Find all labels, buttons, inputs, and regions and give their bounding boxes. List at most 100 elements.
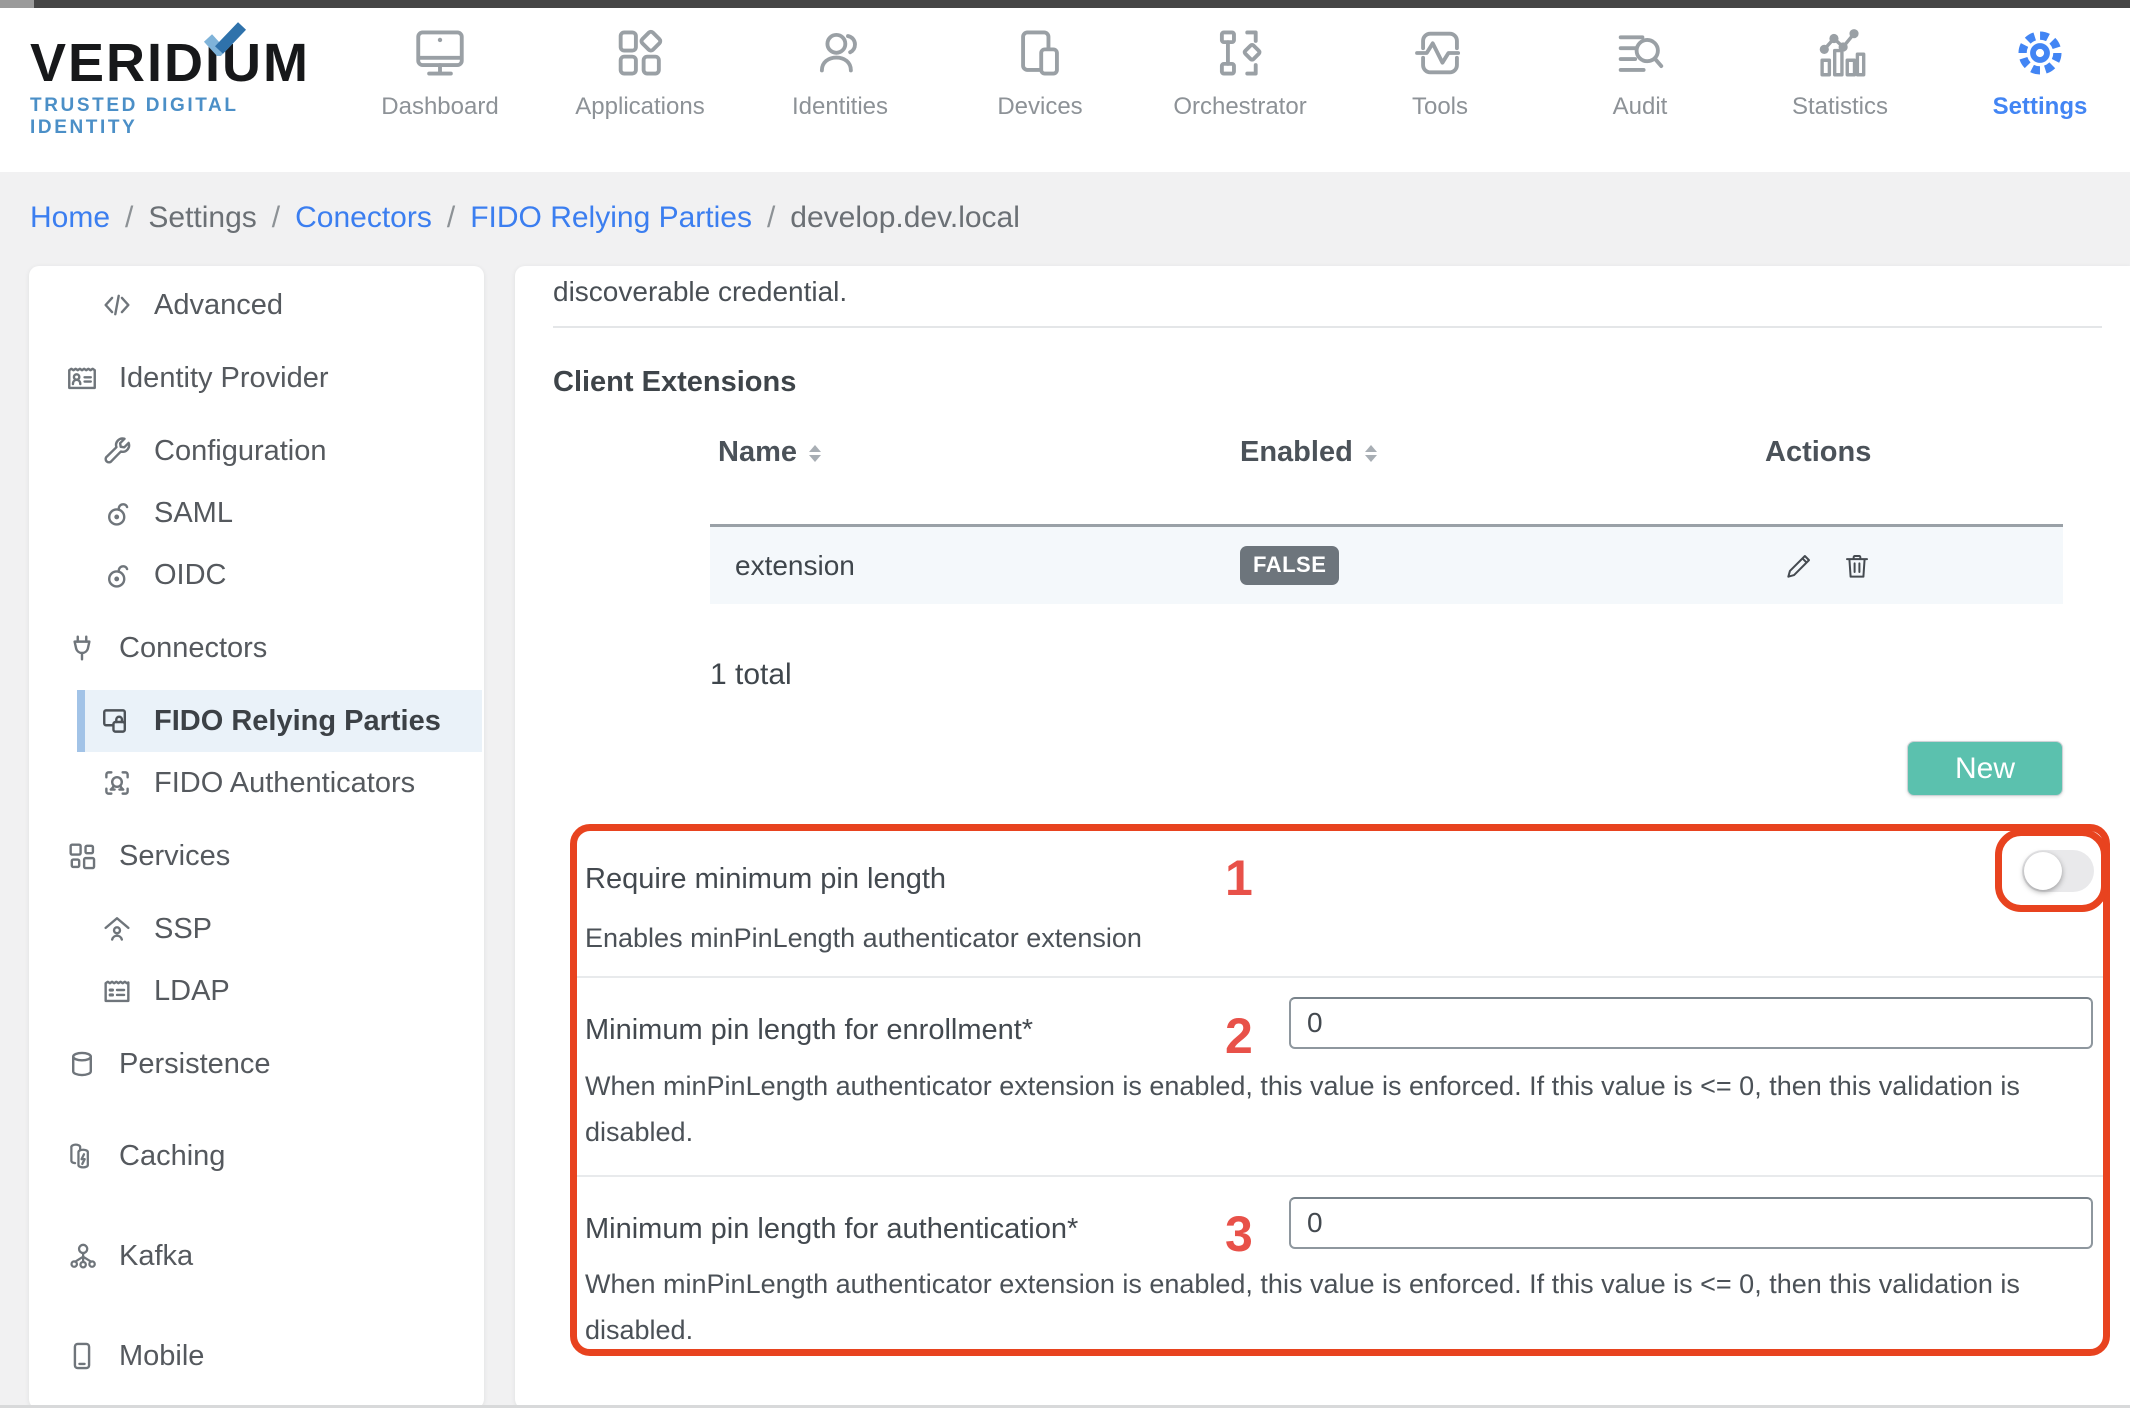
column-header-name[interactable]: Name — [710, 436, 1240, 469]
sidebar-item-label: OIDC — [154, 558, 227, 591]
min-pin-authentication-label: Minimum pin length for authentication* — [585, 1213, 1079, 1245]
row-actions — [1765, 550, 2063, 582]
breadcrumb-separator: / — [766, 201, 776, 234]
require-min-pin-toggle[interactable] — [2022, 849, 2094, 892]
toggle-knob — [2024, 851, 2062, 890]
min-pin-enrollment-input[interactable] — [1289, 997, 2093, 1049]
annotation-1: 1 — [1225, 850, 1253, 906]
nav-item-devices[interactable]: Devices — [940, 8, 1140, 172]
monitor-icon — [411, 24, 469, 82]
database-icon — [65, 1047, 99, 1081]
sidebar-item-label: FIDO Authenticators — [154, 766, 416, 799]
flowchart-icon — [1211, 24, 1269, 82]
annotation-2: 2 — [1225, 1008, 1253, 1064]
main-nav: Dashboard Applications Identities Device… — [340, 8, 2130, 172]
nav-label: Audit — [1612, 93, 1668, 120]
plug-icon — [65, 631, 99, 665]
phone-icon — [65, 1339, 99, 1373]
column-label: Enabled — [1240, 436, 1353, 468]
min-pin-authentication-description: When minPinLength authenticator extensio… — [585, 1269, 2020, 1345]
sidebar-item-fido-authenticators[interactable]: FIDO Authenticators — [29, 752, 484, 814]
bar-chart-icon — [1811, 24, 1869, 82]
sidebar-item-label: Configuration — [154, 434, 327, 467]
nav-label: Devices — [997, 93, 1083, 120]
brand-name: VERIDIUM — [30, 22, 330, 93]
sidebar-item-saml[interactable]: SAML — [29, 482, 484, 544]
sidebar-item-label: Identity Provider — [119, 361, 329, 394]
sort-icon — [809, 445, 821, 462]
sidebar-item-caching[interactable]: Caching — [29, 1106, 484, 1206]
sidebar-item-mobile[interactable]: Mobile — [29, 1306, 484, 1406]
min-pin-authentication-input[interactable] — [1289, 1197, 2093, 1249]
delete-icon[interactable] — [1841, 550, 1873, 582]
annotation-3: 3 — [1225, 1206, 1253, 1262]
breadcrumb-separator: / — [125, 201, 134, 234]
breadcrumb-settings: Settings — [148, 201, 257, 234]
screen-lock-icon — [100, 704, 134, 738]
section-title: Client Extensions — [553, 366, 797, 398]
sidebar-item-configuration[interactable]: Configuration — [29, 420, 484, 482]
nav-item-settings[interactable]: Settings — [1940, 8, 2130, 172]
sidebar-item-kafka[interactable]: Kafka — [29, 1206, 484, 1306]
table-header: Name Enabled Actions — [710, 436, 2063, 469]
nav-item-statistics[interactable]: Statistics — [1740, 8, 1940, 172]
sidebar-item-services[interactable]: Services — [29, 814, 484, 898]
nav-item-audit[interactable]: Audit — [1540, 8, 1740, 172]
nav-label: Tools — [1411, 93, 1469, 120]
edit-icon[interactable] — [1783, 550, 1815, 582]
sidebar-item-oidc[interactable]: OIDC — [29, 544, 484, 606]
breadcrumb-separator: / — [446, 201, 456, 234]
sidebar-item-advanced[interactable]: Advanced — [29, 274, 484, 336]
min-pin-enrollment-description: When minPinLength authenticator extensio… — [585, 1071, 2020, 1147]
activity-icon — [1411, 24, 1469, 82]
nav-item-identities[interactable]: Identities — [740, 8, 940, 172]
nav-label: Orchestrator — [1173, 93, 1307, 120]
key-ring-icon — [100, 558, 134, 592]
sidebar-item-label: Connectors — [119, 631, 268, 664]
extension-name-cell: extension — [735, 549, 855, 581]
window-top-strip — [0, 0, 2130, 8]
brand-name-text: VERIDIUM — [30, 33, 311, 93]
sidebar-item-label: Advanced — [154, 288, 283, 321]
breadcrumb: Home / Settings / Conectors / FIDO Relyi… — [0, 172, 2130, 238]
sort-icon — [1364, 445, 1377, 462]
sidebar-item-ssp[interactable]: SSP — [29, 898, 484, 960]
sidebar-item-connectors[interactable]: Connectors — [29, 606, 484, 690]
sidebar-item-persistence[interactable]: Persistence — [29, 1022, 484, 1106]
breadcrumb-home[interactable]: Home — [30, 201, 110, 235]
devices-icon — [1011, 24, 1069, 82]
divider — [577, 976, 2103, 978]
home-user-icon — [100, 912, 134, 946]
sidebar-item-ldap[interactable]: LDAP — [29, 960, 484, 1022]
applications-icon — [611, 24, 669, 82]
code-icon — [100, 288, 134, 322]
id-card-icon — [65, 361, 99, 395]
content: Advanced Identity Provider Configuration — [0, 266, 2130, 1408]
sidebar-item-label: FIDO Relying Parties — [154, 704, 441, 737]
new-button[interactable]: New — [1907, 741, 2063, 796]
breadcrumb-conectors[interactable]: Conectors — [295, 201, 432, 235]
table-row: extension FALSE — [710, 527, 2063, 604]
settings-sidebar: Advanced Identity Provider Configuration — [29, 266, 484, 1408]
nav-item-dashboard[interactable]: Dashboard — [340, 8, 540, 172]
page: VERIDIUM TRUSTED DIGITAL IDENTITY Dashbo… — [0, 0, 2130, 1408]
brand-check-icon — [203, 22, 246, 56]
nav-label: Statistics — [1791, 93, 1889, 120]
face-scan-icon — [100, 766, 134, 800]
sidebar-item-fido-relying-parties[interactable]: FIDO Relying Parties — [77, 690, 482, 752]
gear-icon — [2011, 24, 2069, 82]
nav-item-applications[interactable]: Applications — [540, 8, 740, 172]
sidebar-item-identity-provider[interactable]: Identity Provider — [29, 336, 484, 420]
sidebar-item-label: Mobile — [119, 1339, 205, 1372]
total-count: 1 total — [710, 658, 792, 691]
nav-item-orchestrator[interactable]: Orchestrator — [1140, 8, 1340, 172]
nav-label: Dashboard — [381, 93, 499, 120]
sidebar-item-label: LDAP — [154, 974, 230, 1007]
top-bar: VERIDIUM TRUSTED DIGITAL IDENTITY Dashbo… — [0, 8, 2130, 172]
intro-text: discoverable credential. — [553, 276, 848, 307]
breadcrumb-fido-relying-parties[interactable]: FIDO Relying Parties — [470, 201, 752, 235]
wrench-icon — [100, 434, 134, 468]
nav-item-tools[interactable]: Tools — [1340, 8, 1540, 172]
column-header-enabled[interactable]: Enabled — [1240, 436, 1765, 469]
brand-logo: VERIDIUM TRUSTED DIGITAL IDENTITY — [30, 22, 330, 139]
